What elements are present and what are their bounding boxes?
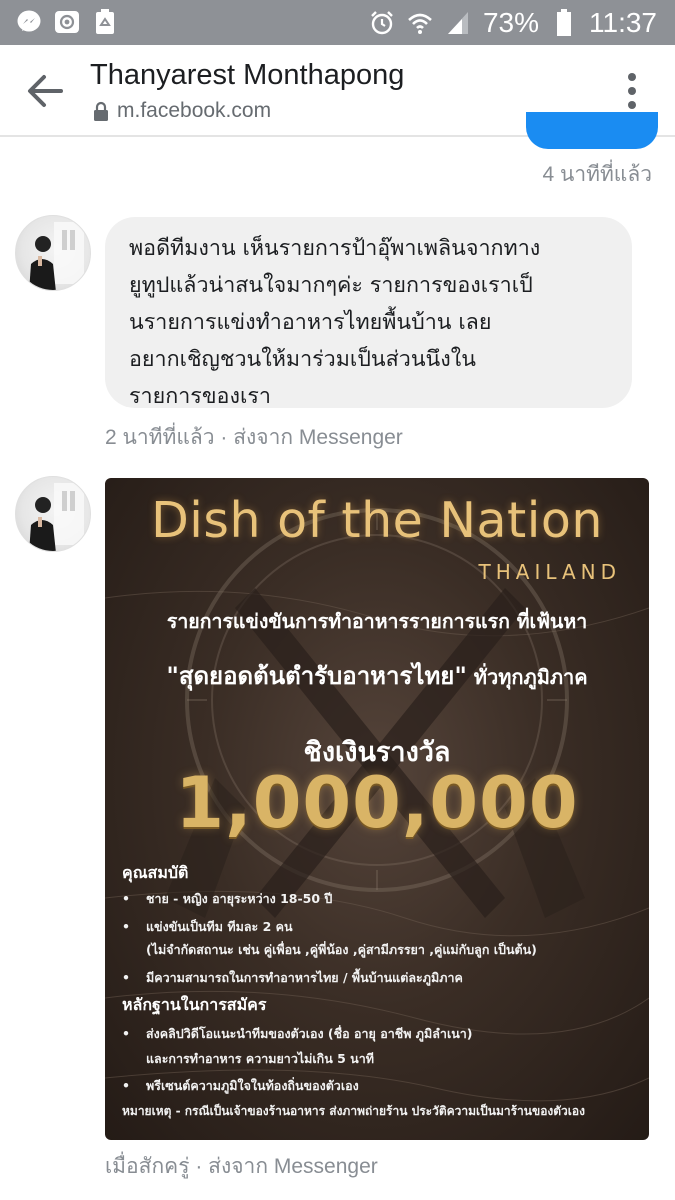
poster-qualifications-heading: คุณสมบัติ (122, 863, 189, 882)
message-meta: เมื่อสักครู่ · ส่งจาก Messenger (105, 1155, 378, 1178)
poster-evidence-heading: หลักฐานในการสมัคร (122, 995, 267, 1014)
poster-qualification-item: • ชาย - หญิง อายุระหว่าง 18-50 ปี (122, 891, 333, 906)
lock-icon (93, 101, 109, 121)
poster-subtitle-rest: ทั่วทุกภูมิภาค (473, 665, 588, 689)
poster-evidence-text: ส่งคลิปวิดีโอแนะนำทีมของตัวเอง (ชื่อ อาย… (146, 1026, 473, 1041)
poster-country: THAILAND (478, 560, 621, 584)
poster-footnote: หมายเหตุ - กรณีเป็นเจ้าของร้านอาหาร ส่งภ… (122, 1104, 585, 1118)
poster-qualification-item: • แข่งขันเป็นทีม ทีมละ 2 คน (122, 919, 293, 934)
poster-title: Dish of the Nation (151, 492, 603, 549)
avatar[interactable] (15, 476, 91, 552)
page-url: m.facebook.com (117, 99, 272, 122)
clock: 11:37 (589, 7, 657, 38)
page-title: Thanyarest Monthapong (90, 59, 405, 91)
messenger-icon (16, 9, 42, 35)
more-options-button[interactable] (627, 71, 637, 111)
signal-icon (445, 10, 471, 36)
poster-subtitle-quote: "สุดยอดต้นตำรับอาหารไทย" (166, 662, 467, 690)
battery-icon (551, 9, 577, 36)
poster-qualification-note: (ไม่จำกัดสถานะ เช่น คู่เพื่อน ,คู่พี่น้อ… (146, 942, 537, 957)
notification-icons (16, 9, 118, 35)
at-sign-icon (54, 9, 80, 35)
sent-message-timestamp: 4 นาทีที่แล้ว (542, 163, 652, 186)
message-text-line: อยากเชิญชวนให้มาร่วมเป็นส่วนนึงใน (129, 347, 476, 372)
alarm-icon (369, 10, 395, 36)
poster-evidence-item: • พรีเซนต์ความภูมิใจในท้องถิ่นของตัวเอง (122, 1078, 359, 1093)
system-indicators: 73% 11:37 (369, 4, 657, 42)
battery-percent: 73% (482, 7, 539, 38)
poster-image[interactable]: Dish of the Nation THAILAND รายการแข่งขั… (105, 478, 649, 1140)
message-text-line: รายการของเรา (129, 384, 271, 409)
sent-message-bubble[interactable] (526, 112, 658, 149)
url-row: m.facebook.com (93, 99, 271, 123)
poster-tagline: รายการแข่งขันการทำอาหารรายการแรก ที่เฟ้น… (166, 610, 588, 633)
poster-prize-amount: 1,000,000 (175, 762, 579, 844)
message-meta: 2 นาทีที่แล้ว · ส่งจาก Messenger (105, 426, 403, 449)
wifi-icon (407, 10, 433, 36)
recycle-icon (92, 9, 118, 35)
poster-qualification-text: มีความสามารถในการทำอาหารไทย / พื้นบ้านแต… (146, 970, 463, 985)
received-message-bubble[interactable]: พอดีทีมงาน เห็นรายการป้าอุ๊พาเพลินจากทาง… (105, 217, 632, 409)
poster-subtitle: "สุดยอดต้นตำรับอาหารไทย" ทั่วทุกภูมิภาค (105, 656, 649, 695)
poster-qualification-text: ชาย - หญิง อายุระหว่าง 18-50 ปี (146, 891, 333, 906)
message-text-line: พอดีทีมงาน เห็นรายการป้าอุ๊พาเพลินจากทาง (129, 236, 541, 261)
back-button[interactable] (26, 73, 66, 109)
status-bar: 73% 11:37 (0, 0, 675, 45)
poster-evidence-item: • ส่งคลิปวิดีโอแนะนำทีมของตัวเอง (ชื่อ อา… (122, 1026, 473, 1041)
poster-evidence-text: พรีเซนต์ความภูมิใจในท้องถิ่นของตัวเอง (146, 1078, 359, 1093)
avatar[interactable] (15, 215, 91, 291)
poster-qualification-item: • มีความสามารถในการทำอาหารไทย / พื้นบ้านแ… (122, 970, 463, 985)
poster-qualification-text: แข่งขันเป็นทีม ทีมละ 2 คน (146, 919, 293, 934)
message-text-line: ยูทูปแล้วน่าสนใจมากๆค่ะ รายการของเราเป็ (129, 273, 533, 298)
message-text-line: นรายการแข่งทำอาหารไทยพื้นบ้าน เลย (129, 310, 492, 335)
poster-evidence-note: และการทำอาหาร ความยาวไม่เกิน 5 นาที (146, 1051, 374, 1066)
